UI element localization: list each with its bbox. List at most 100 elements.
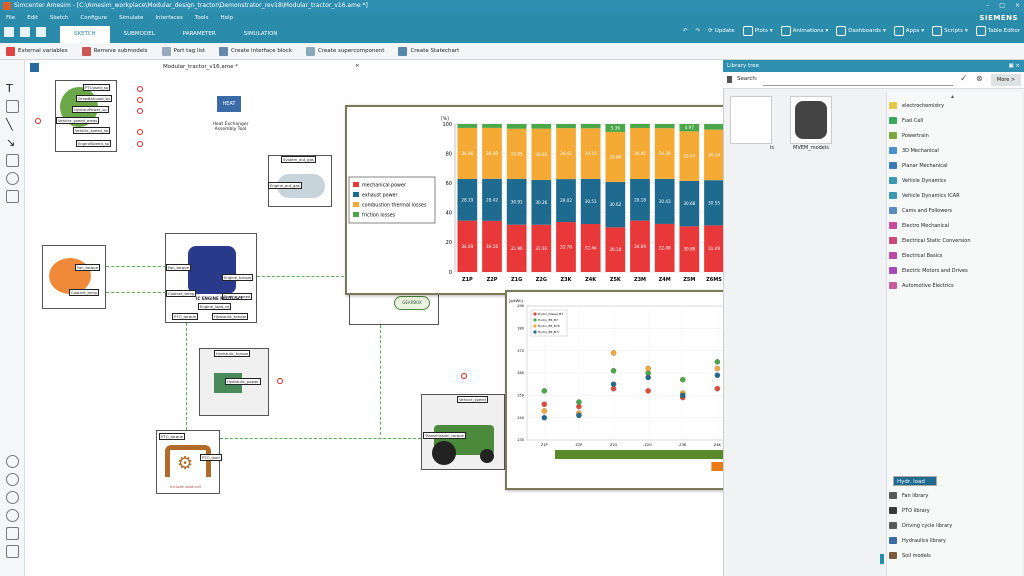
- heat-exchanger-icon[interactable]: HEAT: [217, 96, 241, 112]
- layers-icon[interactable]: [6, 527, 19, 540]
- signal-wire[interactable]: [257, 276, 349, 277]
- library-item[interactable]: Electric Motors and Drives: [889, 263, 1019, 278]
- library-item[interactable]: Fuel Cell: [889, 113, 1019, 128]
- apps-button[interactable]: Apps ▾: [893, 26, 924, 36]
- create-supercomponent-button[interactable]: Create supercomponent: [305, 46, 384, 56]
- plots-button[interactable]: Plots ▾: [742, 26, 773, 36]
- data-label: 31.49: [708, 246, 720, 251]
- redo-button[interactable]: ↷: [695, 28, 700, 34]
- zoom-out-icon[interactable]: [6, 473, 19, 486]
- more-button[interactable]: More >: [991, 74, 1021, 86]
- signal-wire[interactable]: [106, 266, 166, 267]
- library-item-label: Fuel Cell: [902, 117, 924, 124]
- library-item[interactable]: Soil models: [889, 548, 1019, 563]
- create-statechart-button[interactable]: Create Statechart: [398, 46, 459, 56]
- output-port[interactable]: [137, 108, 143, 114]
- library-item[interactable]: Electrical Static Conversion: [889, 233, 1019, 248]
- apps-icon: [893, 26, 904, 36]
- close-button[interactable]: ×: [1015, 0, 1020, 12]
- bar-segment: [580, 124, 601, 129]
- menu-simulate[interactable]: Simulate: [119, 15, 143, 21]
- input-port[interactable]: [35, 118, 41, 124]
- new-file-icon[interactable]: [4, 27, 14, 37]
- signal-wire[interactable]: [186, 323, 187, 430]
- dashboards-button[interactable]: Dashboards ▾: [836, 26, 886, 36]
- output-port[interactable]: [137, 129, 143, 135]
- output-port[interactable]: [137, 141, 143, 147]
- menu-configure[interactable]: Configure: [80, 15, 107, 21]
- output-port[interactable]: [277, 378, 283, 384]
- open-file-icon[interactable]: [20, 27, 30, 37]
- align-tool-icon[interactable]: [6, 190, 19, 203]
- confirm-search-icon[interactable]: ✓: [960, 74, 968, 84]
- port-tag-list-button[interactable]: Port tag list: [161, 46, 205, 56]
- energy-balance-chart[interactable]: [%] 0 20 40 60 80 100 34.69 28.19 34.46 Z1P 34.56 28…: [345, 105, 755, 295]
- tab-parameter[interactable]: PARAMETER: [169, 26, 230, 43]
- signal-wire[interactable]: [380, 325, 381, 435]
- library-item[interactable]: Vehicle Dynamics ICAR: [889, 188, 1019, 203]
- maximize-button[interactable]: □: [999, 0, 1005, 12]
- library-item[interactable]: Automotive Electrics: [889, 278, 1019, 293]
- library-thumbnail[interactable]: [790, 96, 832, 144]
- menu-edit[interactable]: Edit: [27, 15, 38, 21]
- tab-simulation[interactable]: SIMULATION: [230, 26, 292, 43]
- table-editor-button[interactable]: Table Editor: [975, 26, 1020, 36]
- ellipse-tool-icon[interactable]: [6, 172, 19, 185]
- menu-sketch[interactable]: Sketch: [50, 15, 69, 21]
- menu-help[interactable]: Help: [220, 15, 233, 21]
- fan-block[interactable]: [42, 245, 106, 309]
- external-variables-button[interactable]: External variables: [6, 46, 68, 56]
- scripts-button[interactable]: Scripts ▾: [932, 26, 968, 36]
- remove-submodels-button[interactable]: Remove submodels: [81, 46, 148, 56]
- create-interface-block-button[interactable]: Create interface block: [219, 46, 292, 56]
- library-thumbnail[interactable]: [730, 96, 772, 144]
- library-item[interactable]: Electro Mechanical: [889, 218, 1019, 233]
- dashboards-icon: [836, 26, 847, 36]
- undo-button[interactable]: ↶: [683, 28, 688, 34]
- arrow-tool-icon[interactable]: ↘: [6, 136, 19, 149]
- library-item[interactable]: electrochemistry: [889, 98, 1019, 113]
- library-search-input[interactable]: [763, 75, 953, 86]
- zoom-area-icon[interactable]: [6, 509, 19, 522]
- grid-icon[interactable]: [6, 545, 19, 558]
- save-icon[interactable]: [36, 27, 46, 37]
- document-close-icon[interactable]: ×: [355, 63, 360, 69]
- signal-wire[interactable]: [220, 438, 421, 439]
- tab-submodel[interactable]: SUBMODEL: [110, 26, 169, 43]
- image-tool-icon[interactable]: [6, 100, 19, 113]
- zoom-in-icon[interactable]: [6, 455, 19, 468]
- output-port[interactable]: [137, 86, 143, 92]
- update-button[interactable]: ⟳ Update: [708, 28, 735, 34]
- library-item[interactable]: Planar Mechanical: [889, 158, 1019, 173]
- library-item[interactable]: Driving cycle library: [889, 518, 1019, 533]
- library-item[interactable]: Cams and Followers: [889, 203, 1019, 218]
- x-tick-label: Z3K: [679, 443, 687, 447]
- clear-search-icon[interactable]: ⊗: [976, 74, 983, 83]
- document-tab[interactable]: Modular_tractor_v16.ame * ×: [30, 62, 365, 73]
- animations-button[interactable]: Animations ▾: [780, 26, 828, 36]
- library-item[interactable]: PTO library: [889, 503, 1019, 518]
- line-tool-icon[interactable]: ╲: [6, 118, 19, 131]
- library-item[interactable]: Fan library: [889, 488, 1019, 503]
- library-item[interactable]: Powertrain: [889, 128, 1019, 143]
- rectangle-tool-icon[interactable]: [6, 154, 19, 167]
- zoom-fit-icon[interactable]: [6, 491, 19, 504]
- menu-interfaces[interactable]: Interfaces: [155, 15, 183, 21]
- library-item[interactable]: Vehicle Dynamics: [889, 173, 1019, 188]
- menu-tools[interactable]: Tools: [195, 15, 209, 21]
- scrollbar-thumb[interactable]: [880, 554, 884, 564]
- data-label: 4.97: [685, 125, 695, 130]
- port-label: Hydraulic_torque: [212, 313, 249, 320]
- library-item-icon: [889, 117, 897, 124]
- text-tool-icon[interactable]: T: [6, 82, 19, 95]
- output-port[interactable]: [137, 97, 143, 103]
- signal-wire[interactable]: [106, 292, 166, 293]
- menu-file[interactable]: File: [6, 15, 15, 21]
- library-item[interactable]: Hydraulics library: [889, 533, 1019, 548]
- output-port[interactable]: [461, 373, 467, 379]
- library-close-icon[interactable]: ▣ ×: [1008, 60, 1020, 72]
- tab-sketch[interactable]: SKETCH: [60, 26, 110, 43]
- library-item[interactable]: Electrical Basics: [889, 248, 1019, 263]
- library-item[interactable]: 3D Mechanical: [889, 143, 1019, 158]
- minimize-button[interactable]: –: [986, 0, 989, 12]
